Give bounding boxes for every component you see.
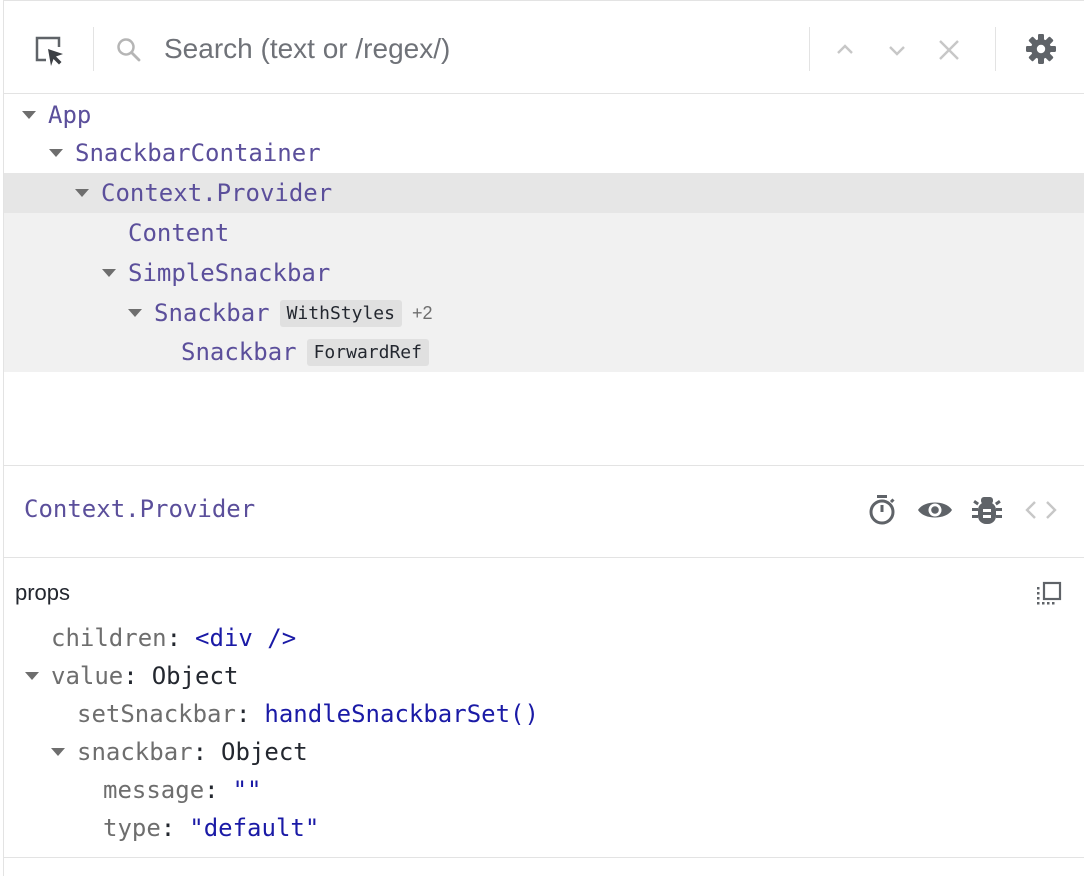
tree-row-snackbar-forwardref[interactable]: Snackbar ForwardRef xyxy=(4,332,1084,372)
hoc-badge: WithStyles xyxy=(279,299,402,327)
expand-arrow-icon[interactable] xyxy=(49,149,63,157)
prop-key: message xyxy=(103,776,205,804)
gear-icon xyxy=(1026,34,1056,64)
tree-row-snackbar-container[interactable]: SnackbarContainer xyxy=(4,133,1084,173)
tree-row-snackbar-withstyles[interactable]: Snackbar WithStyles +2 xyxy=(4,293,1084,333)
hoc-count-badge: +2 xyxy=(411,302,433,323)
component-name: SnackbarContainer xyxy=(75,139,321,167)
toolbar-divider xyxy=(995,27,996,71)
close-icon xyxy=(939,40,959,60)
clear-search-button[interactable] xyxy=(932,33,966,67)
prop-row-set-snackbar[interactable]: setSnackbar: handleSnackbarSet() xyxy=(77,697,539,731)
prop-row-value[interactable]: value: Object xyxy=(25,659,238,693)
tree-row-context-provider[interactable]: Context.Provider xyxy=(4,173,1084,213)
prop-row-type[interactable]: type: "default" xyxy=(103,811,319,845)
component-name: Snackbar xyxy=(181,338,297,366)
inspected-component-name: Context.Provider xyxy=(24,495,256,523)
inspect-dom-button[interactable] xyxy=(916,494,954,526)
prop-key: value xyxy=(51,662,124,690)
expand-arrow-icon[interactable] xyxy=(102,269,116,277)
log-to-console-button[interactable] xyxy=(969,492,1005,528)
prop-colon: : xyxy=(123,662,138,690)
component-name: SimpleSnackbar xyxy=(128,259,331,287)
view-source-button[interactable] xyxy=(1022,494,1060,526)
search-input[interactable] xyxy=(164,27,794,71)
prop-row-snackbar[interactable]: snackbar: Object xyxy=(51,735,308,769)
toolbar-divider xyxy=(809,27,810,71)
tree-row-app[interactable]: App xyxy=(4,95,1084,135)
prop-value: Object xyxy=(151,662,239,690)
prop-value[interactable]: <div /> xyxy=(195,624,296,652)
component-name: Content xyxy=(128,219,230,247)
tree-row-content[interactable]: Content xyxy=(4,213,1084,253)
select-element-icon xyxy=(35,36,63,66)
component-name: Snackbar xyxy=(154,299,270,327)
props-section: props children: <div /> value: Object se… xyxy=(4,558,1084,858)
profiler-button[interactable] xyxy=(864,492,900,528)
prop-colon: : xyxy=(160,814,176,842)
tree-row-simple-snackbar[interactable]: SimpleSnackbar xyxy=(4,253,1084,293)
search-icon xyxy=(114,35,144,65)
next-result-button[interactable] xyxy=(880,33,914,67)
prop-value[interactable]: "default" xyxy=(189,814,319,842)
prop-key: setSnackbar xyxy=(77,700,236,728)
eye-icon xyxy=(918,502,952,518)
prop-row-message[interactable]: message: "" xyxy=(103,773,262,807)
prop-value[interactable]: "" xyxy=(233,776,262,804)
prop-colon: : xyxy=(235,700,251,728)
devtools-components-panel: App SnackbarContainer Context.Provider C… xyxy=(3,0,1084,876)
expand-arrow-icon[interactable] xyxy=(51,748,65,756)
chevron-up-icon xyxy=(837,44,853,54)
inspected-element-header: Context.Provider xyxy=(4,466,1084,558)
stopwatch-icon xyxy=(869,495,895,525)
prop-key: snackbar xyxy=(77,738,193,766)
expand-arrow-icon[interactable] xyxy=(25,672,39,680)
select-element-button[interactable] xyxy=(30,31,68,69)
prop-value[interactable]: handleSnackbarSet() xyxy=(264,700,539,728)
component-tree: App SnackbarContainer Context.Provider C… xyxy=(4,94,1084,466)
prop-row-children[interactable]: children: <div /> xyxy=(51,621,296,655)
hoc-badge: ForwardRef xyxy=(306,338,429,366)
prop-colon: : xyxy=(204,776,219,804)
toolbar xyxy=(4,1,1084,94)
expand-arrow-icon[interactable] xyxy=(75,189,89,197)
component-name: Context.Provider xyxy=(101,179,333,207)
toolbar-divider xyxy=(93,27,94,71)
prop-key: children xyxy=(51,624,167,652)
prop-key: type xyxy=(103,814,161,842)
prop-colon: : xyxy=(166,624,182,652)
prop-value: Object xyxy=(221,738,308,766)
component-name: App xyxy=(48,101,92,129)
expand-arrow-icon[interactable] xyxy=(22,111,36,119)
prop-colon: : xyxy=(192,738,208,766)
copy-icon xyxy=(1037,581,1062,605)
props-title: props xyxy=(15,580,71,605)
settings-button[interactable] xyxy=(1022,30,1060,68)
previous-result-button[interactable] xyxy=(828,33,862,67)
bug-icon xyxy=(972,497,1002,524)
copy-props-button[interactable] xyxy=(1032,578,1066,612)
code-icon xyxy=(1025,501,1057,519)
expand-arrow-icon[interactable] xyxy=(128,309,142,317)
chevron-down-icon xyxy=(889,46,905,56)
